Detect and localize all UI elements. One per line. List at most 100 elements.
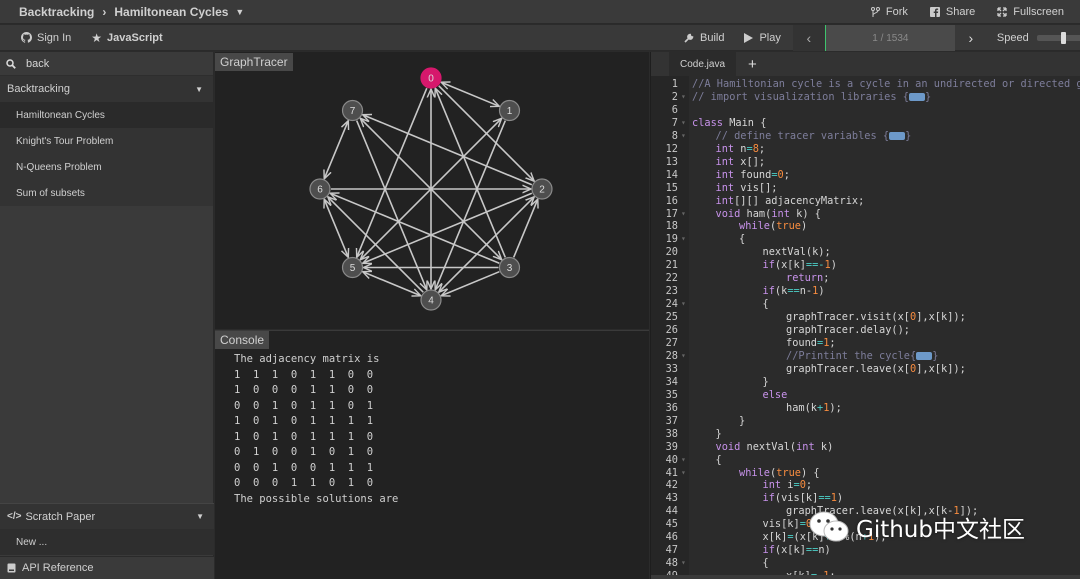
console-line: The adjacency matrix is <box>234 353 380 365</box>
code-text: while(true) <box>739 220 808 233</box>
code-text: // import visualization libraries {} <box>692 90 932 103</box>
sidebar-item-sum-of-subsets[interactable]: Sum of subsets <box>0 180 213 206</box>
code-text: int[][] adjacencyMatrix; <box>715 194 865 207</box>
previous-step-button[interactable]: ‹ <box>792 25 825 51</box>
chevron-left-icon: ‹ <box>806 30 812 46</box>
code-line: 14 int found=0; <box>651 169 1080 182</box>
step-progress-bar[interactable]: 1 / 1534 <box>824 25 955 51</box>
chevron-right-icon: › <box>968 30 974 46</box>
category-backtracking[interactable]: Backtracking ▼ <box>0 76 213 102</box>
code-line: 25 graphTracer.visit(x[0],x[k]); <box>651 311 1080 324</box>
line-number: 15 <box>665 181 678 194</box>
fullscreen-button[interactable]: Fullscreen <box>997 6 1064 18</box>
console-line: 0 0 1 0 1 1 0 1 <box>234 399 374 412</box>
breadcrumb-category[interactable]: Backtracking <box>19 5 94 19</box>
code-line: 42 int i=0; <box>651 479 1080 492</box>
graph-edge-2-5 <box>363 192 533 263</box>
folded-code-placeholder[interactable] <box>916 351 933 360</box>
fork-button[interactable]: Fork <box>870 6 908 18</box>
fold-toggle-icon[interactable]: ▾ <box>681 208 686 221</box>
code-line: 27 found=1; <box>651 337 1080 350</box>
code-text: int n=8; <box>715 142 766 155</box>
scratch-paper-header[interactable]: </> Scratch Paper ▼ <box>0 503 214 529</box>
graph-edge-7-4 <box>355 120 427 290</box>
line-number: 38 <box>665 427 678 440</box>
code-line: 24 ▾ { <box>651 298 1080 311</box>
language-selector[interactable]: ★ JavaScript <box>91 31 162 45</box>
graph-edge-5-6 <box>324 199 348 257</box>
line-number: 20 <box>665 246 678 259</box>
code-editor[interactable]: 1 //A Hamiltonian cycle is a cycle in an … <box>651 76 1080 576</box>
fold-toggle-icon[interactable]: ▾ <box>681 454 686 467</box>
sidebar-item-knights-tour[interactable]: Knight's Tour Problem <box>0 128 213 154</box>
code-text: graphTracer.visit(x[0],x[k]); <box>786 311 966 324</box>
sidebar-item-n-queens[interactable]: N-Queens Problem <box>0 154 213 180</box>
code-text: while(true) { <box>739 466 820 479</box>
add-tab-button[interactable]: + <box>748 56 757 73</box>
build-button[interactable]: Build <box>676 25 732 51</box>
speed-slider-thumb[interactable] <box>1061 32 1067 44</box>
code-text: found=1; <box>786 337 836 349</box>
play-button[interactable]: Play <box>732 25 792 51</box>
graph-node-label: 1 <box>507 106 513 117</box>
fold-toggle-icon[interactable]: ▾ <box>681 233 686 246</box>
search-input[interactable] <box>26 57 196 70</box>
graph-node-label: 0 <box>428 74 434 85</box>
graph-node-4: 4 <box>420 289 442 311</box>
horizontal-scrollbar[interactable] <box>651 575 1080 579</box>
fold-toggle-icon[interactable]: ▾ <box>681 298 686 311</box>
scratch-new-button[interactable]: New ... <box>0 529 214 555</box>
line-number: 1 <box>671 78 678 90</box>
code-line: 12 int n=8; <box>651 143 1080 156</box>
fold-toggle-icon[interactable]: ▾ <box>681 467 686 480</box>
console-line: 1 0 1 0 1 1 1 0 <box>234 430 374 443</box>
breadcrumb-algorithm[interactable]: Hamiltonean Cycles <box>114 5 228 19</box>
code-line: 41 ▾ while(true) { <box>651 467 1080 480</box>
console-line: 1 0 0 0 1 1 0 0 <box>234 384 374 396</box>
toolbar: Sign In ★ JavaScript Build Play ‹ 1 / 15… <box>0 25 1080 51</box>
line-number: 46 <box>665 531 678 544</box>
line-number: 22 <box>665 272 678 285</box>
share-button[interactable]: Share <box>929 6 975 18</box>
code-line: 18 while(true) <box>651 220 1080 233</box>
scratch-paper-label: Scratch Paper <box>25 510 96 523</box>
console-line: 0 0 0 1 1 0 1 0 <box>234 477 374 489</box>
line-number: 26 <box>665 324 678 337</box>
line-number: 39 <box>665 440 678 453</box>
code-line: 19 ▾ { <box>651 233 1080 246</box>
fold-toggle-icon[interactable]: ▾ <box>681 350 686 363</box>
fold-toggle-icon[interactable]: ▾ <box>681 557 686 570</box>
search-icon <box>6 58 16 69</box>
fold-toggle-icon[interactable]: ▾ <box>681 130 686 143</box>
speed-slider[interactable] <box>1036 32 1080 44</box>
sidebar: Backtracking ▼ Hamiltonean Cycles Knight… <box>0 52 214 579</box>
sidebar-item-hamiltonean-cycles[interactable]: Hamiltonean Cycles <box>0 102 213 128</box>
fold-toggle-icon[interactable]: ▾ <box>681 117 686 130</box>
code-line: 38} <box>651 428 1080 441</box>
api-reference-label: API Reference <box>22 562 94 574</box>
graph-node-7: 7 <box>341 99 364 122</box>
tab-code-java[interactable]: Code.java <box>669 52 737 76</box>
breadcrumb: Backtracking › Hamiltonean Cycles ▼ <box>0 5 244 19</box>
folded-code-placeholder[interactable] <box>889 131 906 140</box>
code-text: //Printint the cycle{} <box>786 349 939 362</box>
graph-node-6: 6 <box>309 178 331 200</box>
line-number: 44 <box>665 505 678 518</box>
fork-icon <box>870 6 880 17</box>
api-reference-link[interactable]: API Reference <box>0 556 214 579</box>
line-number: 48 <box>665 557 678 570</box>
sign-in-button[interactable]: Sign In <box>21 32 71 44</box>
code-text: int found=0; <box>715 168 790 181</box>
code-line: 1 //A Hamiltonian cycle is a cycle in an … <box>651 78 1080 91</box>
line-number: 24 <box>665 298 678 311</box>
chevron-right-icon: › <box>102 4 107 19</box>
caret-down-icon: ▼ <box>196 512 204 521</box>
fold-toggle-icon[interactable]: ▾ <box>681 91 686 104</box>
caret-down-icon[interactable]: ▼ <box>235 7 244 17</box>
next-step-button[interactable]: › <box>955 25 987 51</box>
graph-node-0: 0 <box>420 67 442 89</box>
code-line: 39 void nextVal(int k) <box>651 441 1080 454</box>
folded-code-placeholder[interactable] <box>908 92 925 101</box>
code-text: int i=0; <box>762 479 813 492</box>
line-number: 13 <box>665 155 678 168</box>
